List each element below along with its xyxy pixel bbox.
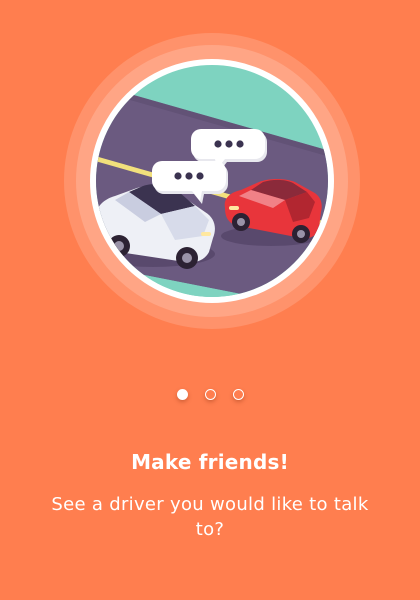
- onboarding-title: Make friends!: [131, 450, 289, 474]
- onboarding-subtitle: See a driver you would like to talk to?: [51, 494, 369, 540]
- page-dot-3[interactable]: [232, 389, 244, 400]
- page-dot-1[interactable]: [176, 389, 188, 400]
- onboarding-illustration: [63, 32, 361, 330]
- page-dot-2[interactable]: [204, 389, 216, 400]
- page-indicator: [0, 389, 420, 405]
- cars-chatting-illustration: [64, 33, 360, 329]
